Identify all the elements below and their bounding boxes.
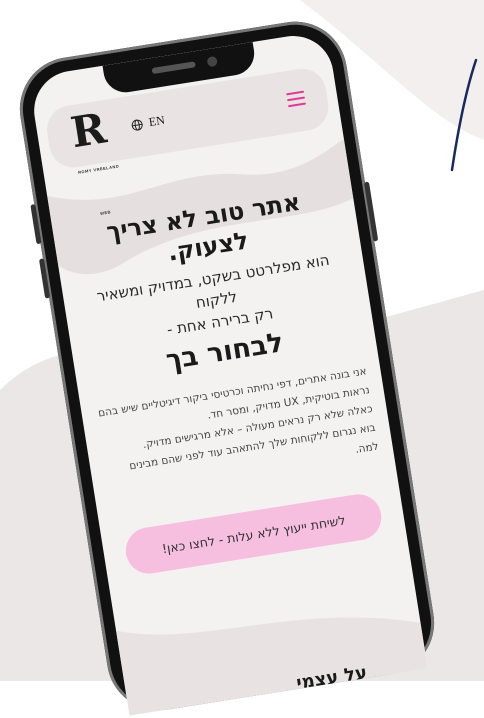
site-logo[interactable]: R ROMY VREELAND WEB [62,103,119,216]
hamburger-menu-icon[interactable] [286,90,307,108]
front-camera [206,55,218,68]
hero-description: אני בונה אתרים, דפי נחיתה וכרטיסי ביקור … [95,362,380,499]
hero-section: אתר טוב לא צריך לצעוק. הוא מפלרטט בשקט, … [66,181,393,578]
speaker-grille [151,61,196,75]
language-switcher[interactable]: EN [130,113,166,133]
globe-icon [131,119,143,131]
language-label: EN [147,112,166,130]
